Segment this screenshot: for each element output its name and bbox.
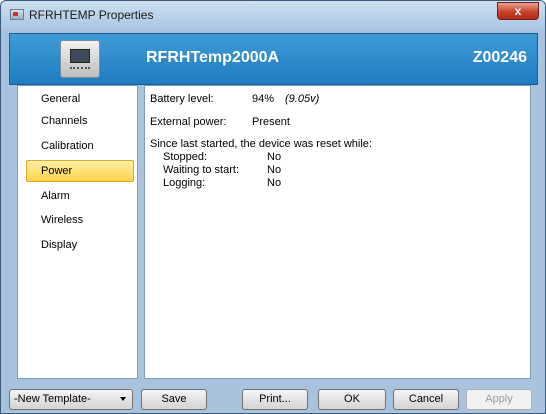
print-button[interactable]: Print... bbox=[242, 389, 308, 410]
reset-heading: Since last started, the device was reset… bbox=[150, 138, 372, 150]
window-title: RFRHTEMP Properties bbox=[29, 8, 154, 22]
nav-item-display[interactable]: Display bbox=[26, 234, 134, 256]
nav-item-alarm[interactable]: Alarm bbox=[26, 185, 134, 207]
device-serial: Z00246 bbox=[472, 49, 527, 66]
category-list: General Channels Calibration Power Alarm… bbox=[17, 85, 138, 379]
chevron-down-icon bbox=[120, 397, 126, 401]
title-bar[interactable]: RFRHTEMP Properties x bbox=[1, 1, 545, 29]
nav-item-calibration[interactable]: Calibration bbox=[26, 135, 134, 157]
device-header: RFRHTemp2000A Z00246 bbox=[9, 33, 538, 85]
apply-button[interactable]: Apply bbox=[466, 389, 532, 410]
external-power-label: External power: bbox=[150, 116, 227, 128]
power-panel: Battery level: 94% (9.05v) External powe… bbox=[144, 85, 531, 379]
template-select-value: -New Template- bbox=[14, 393, 91, 405]
device-screen bbox=[70, 49, 90, 63]
save-button[interactable]: Save bbox=[141, 389, 207, 410]
reset-stopped-value: No bbox=[267, 151, 282, 163]
nav-item-channels[interactable]: Channels bbox=[26, 110, 134, 132]
ok-button[interactable]: OK bbox=[318, 389, 386, 410]
device-icon bbox=[60, 40, 100, 78]
reset-waiting-label: Waiting to start: bbox=[163, 164, 240, 176]
device-name: RFRHTemp2000A bbox=[146, 49, 280, 66]
properties-window: RFRHTEMP Properties x RFRHTemp2000A Z002… bbox=[0, 0, 546, 414]
cancel-button[interactable]: Cancel bbox=[393, 389, 459, 410]
battery-percent: 94% bbox=[252, 93, 275, 105]
reset-stopped-label: Stopped: bbox=[163, 151, 208, 163]
device-buttons bbox=[70, 67, 90, 73]
close-button[interactable]: x bbox=[497, 2, 539, 20]
nav-item-general[interactable]: General bbox=[26, 88, 134, 110]
external-power-value: Present bbox=[252, 116, 290, 128]
template-select[interactable]: -New Template- bbox=[9, 389, 133, 410]
battery-label: Battery level: bbox=[150, 93, 214, 105]
nav-item-wireless[interactable]: Wireless bbox=[26, 209, 134, 231]
app-icon bbox=[10, 9, 24, 20]
nav-item-power[interactable]: Power bbox=[26, 160, 134, 182]
reset-waiting-value: No bbox=[267, 164, 282, 176]
reset-logging-value: No bbox=[267, 177, 282, 189]
reset-logging-label: Logging: bbox=[163, 177, 206, 189]
battery-voltage: (9.05v) bbox=[285, 93, 320, 105]
